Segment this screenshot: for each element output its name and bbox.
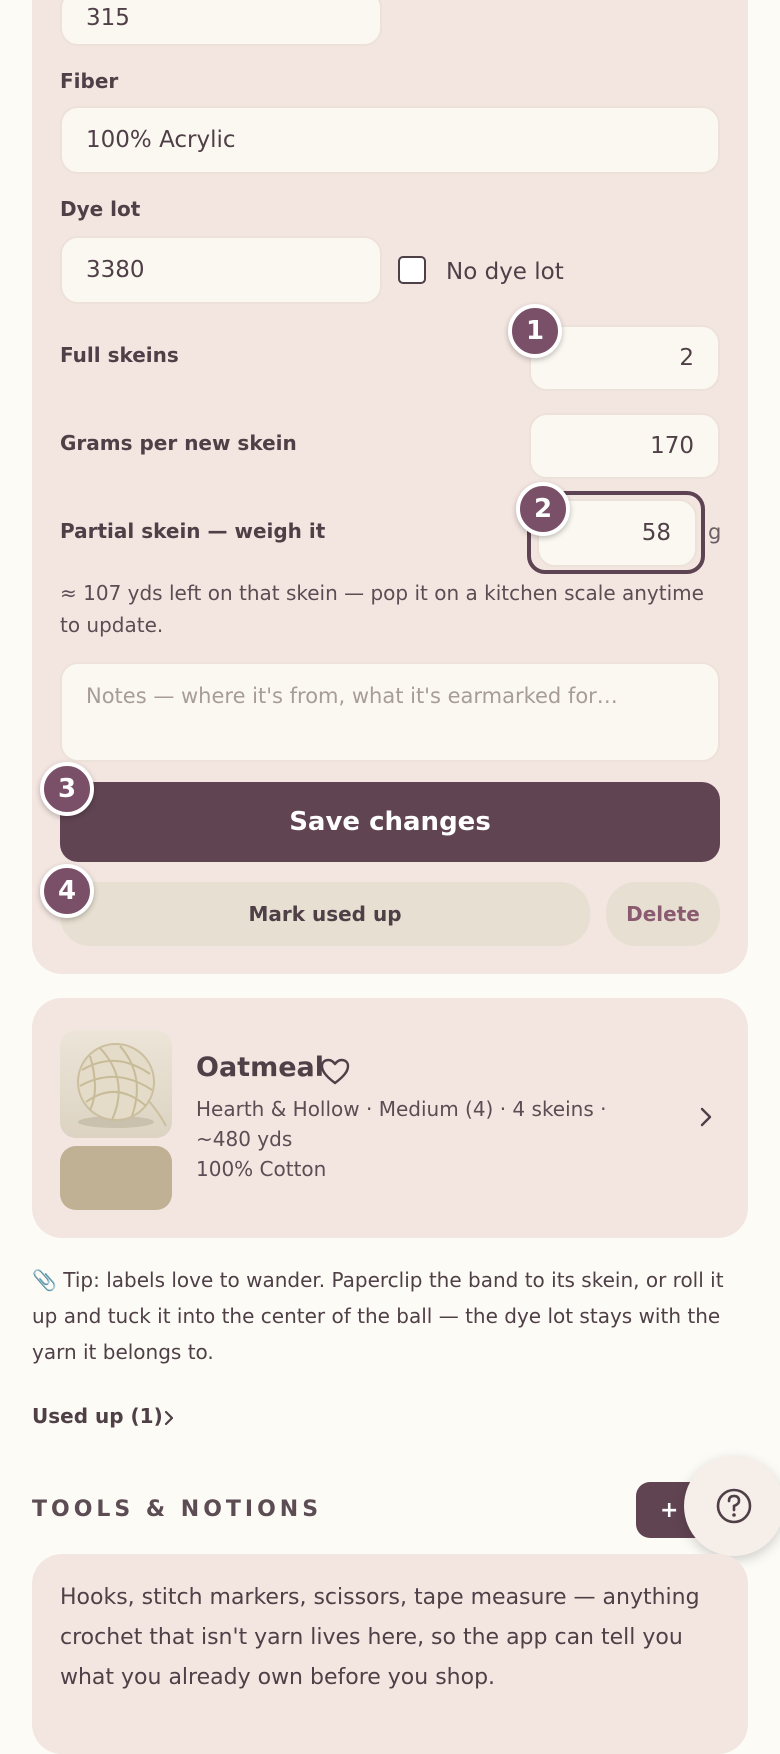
- tools-description: Hooks, stitch markers, scissors, tape me…: [60, 1585, 700, 1690]
- step-badge-2: 2: [516, 482, 570, 536]
- yardage-value: 315: [86, 5, 130, 31]
- full-skeins-label: Full skeins: [60, 343, 179, 367]
- full-skeins-value: 2: [679, 345, 694, 371]
- grams-value: 170: [650, 433, 694, 459]
- section-title: TOOLS & NOTIONS: [32, 1497, 323, 1522]
- partial-skein-value: 58: [641, 520, 671, 546]
- question-icon: [716, 1488, 752, 1524]
- mark-used-up-button[interactable]: Mark used up: [60, 882, 590, 946]
- dye-lot-label: Dye lot: [60, 197, 141, 221]
- step-badge-4: 4: [40, 864, 94, 918]
- color-swatch: [60, 1146, 172, 1210]
- dye-lot-input[interactable]: 3380: [60, 236, 382, 304]
- partial-skein-label: Partial skein — weigh it: [60, 519, 326, 543]
- used-up-link[interactable]: Used up (1): [32, 1404, 163, 1428]
- save-button[interactable]: Save changes: [60, 782, 720, 862]
- fiber-label: Fiber: [60, 69, 119, 93]
- fiber-value: 100% Acrylic: [86, 127, 236, 153]
- dye-lot-value: 3380: [86, 257, 145, 283]
- chevron-right-icon[interactable]: [162, 1407, 176, 1429]
- grams-unit: g: [708, 520, 722, 544]
- step-badge-1: 1: [508, 304, 562, 358]
- chevron-right-icon[interactable]: [696, 1105, 716, 1129]
- delete-button[interactable]: Delete: [606, 882, 720, 946]
- help-button[interactable]: [684, 1456, 780, 1556]
- yarn-ball-image: [60, 1030, 172, 1138]
- yarn-fiber: 100% Cotton: [196, 1157, 327, 1181]
- no-dye-lot-checkbox[interactable]: [398, 256, 426, 284]
- yardage-hint: ≈ 107 yds left on that skein — pop it on…: [60, 581, 704, 637]
- yarn-ball-icon: [77, 1043, 167, 1128]
- fiber-input[interactable]: 100% Acrylic: [60, 106, 720, 174]
- heart-icon[interactable]: [320, 1058, 350, 1086]
- notes-placeholder: Notes — where it's from, what it's earma…: [86, 684, 618, 708]
- tip-text: 📎 Tip: labels love to wander. Paperclip …: [32, 1268, 724, 1364]
- yardage-input[interactable]: 315: [60, 0, 382, 46]
- grams-label: Grams per new skein: [60, 431, 297, 455]
- notes-field[interactable]: Notes — where it's from, what it's earma…: [60, 662, 720, 762]
- yarn-name: Oatmeal: [196, 1052, 324, 1083]
- grams-input[interactable]: 170: [529, 413, 720, 479]
- yarn-meta: Hearth & Hollow · Medium (4) · 4 skeins …: [196, 1097, 607, 1151]
- step-badge-3: 3: [40, 762, 94, 816]
- no-dye-lot-label[interactable]: No dye lot: [446, 259, 564, 285]
